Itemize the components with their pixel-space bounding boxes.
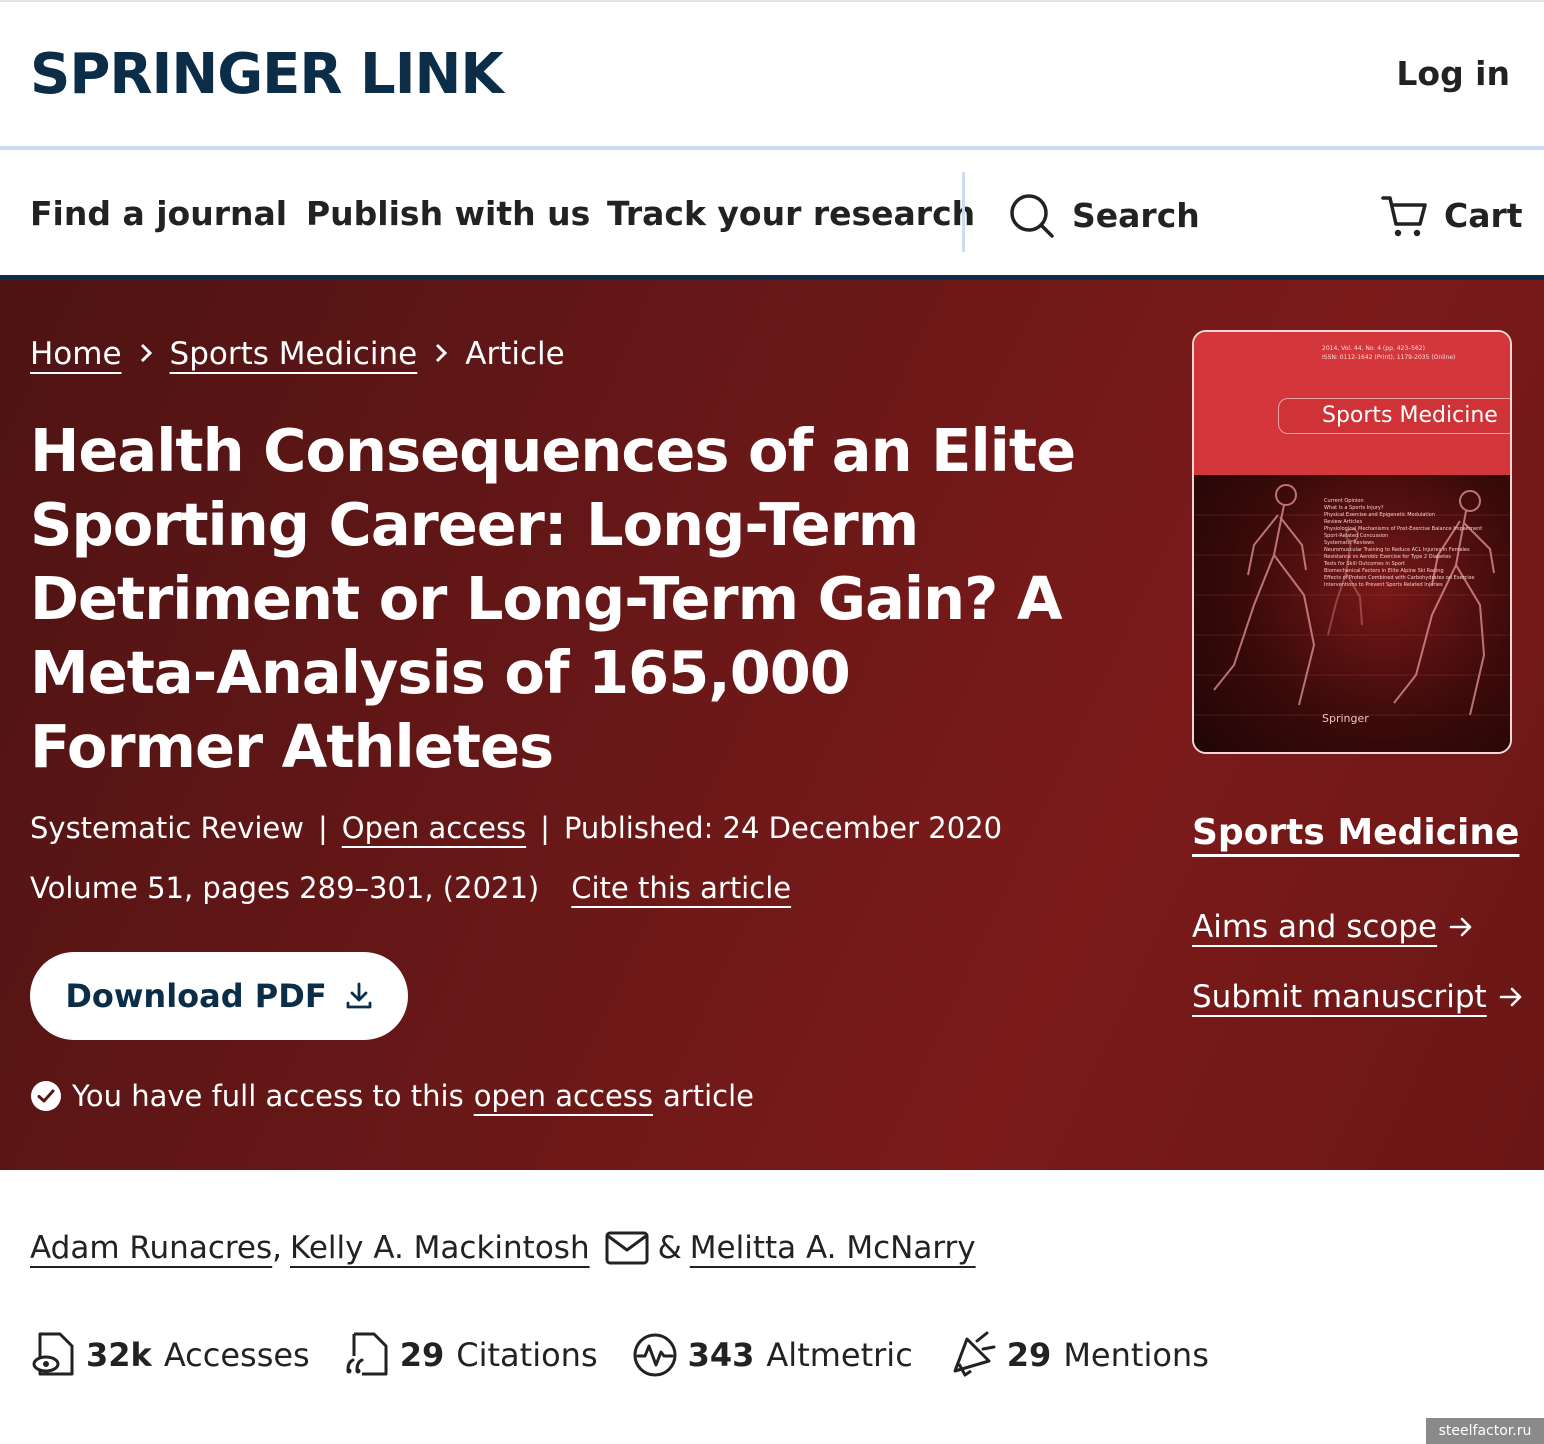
chevron-right-icon xyxy=(417,332,465,376)
nav-publish-with-us[interactable]: Publish with us xyxy=(306,192,590,236)
article-citation-info: Volume 51, pages 289–301, (2021) Cite th… xyxy=(30,868,791,908)
cover-publisher: Springer xyxy=(1322,712,1369,725)
cover-toc-line: Physiological Mechanisms of Post-Exercis… xyxy=(1324,526,1483,532)
quote-document-icon xyxy=(346,1332,388,1376)
cover-toc-line: Physical Exercise and Epigenetic Modulat… xyxy=(1324,512,1435,518)
separator: | xyxy=(540,811,550,845)
email-icon[interactable] xyxy=(604,1229,650,1267)
article-meta: Systematic Review | Open access | Publis… xyxy=(30,808,1002,848)
cover-journal-title: Sports Medicine xyxy=(1322,403,1498,428)
access-open-access-link[interactable]: open access xyxy=(474,1076,653,1116)
cover-issn-line: ISSN: 0112-1642 (Print), 1179-2035 (Onli… xyxy=(1322,354,1456,361)
top-bar: SPRINGER LINK Log in xyxy=(0,0,1544,146)
journal-cover-image[interactable]: 2014, Vol. 44, No. 4 (pp. 423–562) ISSN:… xyxy=(1192,330,1512,754)
submit-manuscript-link[interactable]: Submit manuscript xyxy=(1192,976,1525,1018)
nav-find-journal[interactable]: Find a journal xyxy=(30,192,287,236)
cover-toc-line: What Is a Sports Injury? xyxy=(1324,505,1384,511)
download-pdf-button[interactable]: Download PDF xyxy=(30,952,408,1040)
volume-pages: Volume 51, pages 289–301, (2021) xyxy=(30,871,540,905)
springer-link-logo[interactable]: SPRINGER LINK xyxy=(30,42,504,108)
metric-value: 343 xyxy=(687,1336,755,1374)
cover-toc-line: Review Articles xyxy=(1324,519,1363,525)
cart-label: Cart xyxy=(1444,196,1523,235)
cover-issue-info: 2014, Vol. 44, No. 4 (pp. 423–562) ISSN:… xyxy=(1322,344,1455,362)
metric-label: Mentions xyxy=(1063,1336,1209,1374)
article-type: Systematic Review xyxy=(30,811,304,845)
access-text-suffix: article xyxy=(663,1079,754,1113)
article-title: Health Consequences of an Elite Sporting… xyxy=(30,416,1076,781)
cover-toc-line: Tests for Skill Outcomes in Sport xyxy=(1324,561,1405,567)
open-access-link[interactable]: Open access xyxy=(342,808,526,848)
altmetric-icon xyxy=(633,1333,677,1377)
metric-mentions[interactable]: 29 Mentions xyxy=(947,1331,1209,1379)
metric-value: 29 xyxy=(1006,1336,1052,1374)
aims-scope-link[interactable]: Aims and scope xyxy=(1192,906,1475,948)
cover-toc-line: Resistance vs Aerobic Exercise for Type … xyxy=(1324,554,1451,560)
cite-article-link[interactable]: Cite this article xyxy=(571,868,791,908)
article-metrics: 32k Accesses 29 Citations 343 Altmetric … xyxy=(30,1330,1243,1380)
author-link[interactable]: Kelly A. Mackintosh xyxy=(290,1226,590,1270)
cover-toc-line: Interventions to Prevent Sports Related … xyxy=(1324,582,1443,588)
metric-altmetric[interactable]: 343 Altmetric xyxy=(632,1332,913,1378)
author-link[interactable]: Melitta A. McNarry xyxy=(690,1226,976,1270)
download-icon xyxy=(346,982,372,1009)
download-pdf-label: Download PDF xyxy=(65,977,327,1015)
metric-accesses[interactable]: 32k Accesses xyxy=(30,1330,310,1380)
metric-value: 32k xyxy=(86,1336,152,1374)
watermark: steelfactor.ru xyxy=(1426,1418,1544,1444)
search-label: Search xyxy=(1072,196,1200,235)
breadcrumb-journal[interactable]: Sports Medicine xyxy=(170,332,418,376)
cover-contents: Current Opinion What Is a Sports Injury?… xyxy=(1324,498,1482,589)
arrow-right-icon xyxy=(1499,987,1522,1007)
cart-icon xyxy=(1381,196,1427,237)
metric-citations[interactable]: 29 Citations xyxy=(344,1330,598,1380)
nav-track-research[interactable]: Track your research xyxy=(607,192,975,236)
check-circle-icon xyxy=(31,1081,61,1111)
main-navigation: Find a journal Publish with us Track you… xyxy=(0,146,1544,280)
cover-toc-line: Systematic Reviews xyxy=(1324,540,1374,546)
metric-label: Altmetric xyxy=(766,1336,913,1374)
author-ampersand: & xyxy=(657,1230,682,1266)
cart-button[interactable]: Cart xyxy=(1380,192,1523,240)
eye-document-icon xyxy=(32,1332,74,1376)
journal-title-link[interactable]: Sports Medicine xyxy=(1192,810,1519,856)
breadcrumb-home[interactable]: Home xyxy=(30,332,122,376)
nav-divider xyxy=(962,172,965,252)
cover-toc-line: Neuromuscular Training to Reduce ACL Inj… xyxy=(1324,547,1470,553)
megaphone-icon xyxy=(953,1331,996,1377)
search-icon xyxy=(1010,194,1054,238)
access-text-prefix: You have full access to this xyxy=(72,1079,464,1113)
chevron-right-icon xyxy=(122,332,170,376)
author-list: Adam Runacres , Kelly A. Mackintosh & Me… xyxy=(30,1226,976,1270)
submit-manuscript-label: Submit manuscript xyxy=(1192,979,1487,1015)
metric-label: Accesses xyxy=(163,1336,310,1374)
cover-toc-line: Sport-Related Concussion xyxy=(1324,533,1389,539)
author-separator: , xyxy=(272,1230,283,1266)
cover-toc-line: Current Opinion xyxy=(1324,498,1364,504)
breadcrumb: Home Sports Medicine Article xyxy=(30,332,565,376)
article-hero: Home Sports Medicine Article Health Cons… xyxy=(0,280,1544,1170)
metric-label: Citations xyxy=(456,1336,598,1374)
separator: | xyxy=(317,811,328,845)
published-date: Published: 24 December 2020 xyxy=(563,811,1003,845)
breadcrumb-current: Article xyxy=(465,336,565,372)
access-notice: You have full access to this open access… xyxy=(30,1076,754,1116)
arrow-right-icon xyxy=(1449,917,1472,937)
cover-issue-line: 2014, Vol. 44, No. 4 (pp. 423–562) xyxy=(1322,345,1425,352)
aims-scope-label: Aims and scope xyxy=(1192,909,1438,945)
metric-value: 29 xyxy=(399,1336,445,1374)
author-link[interactable]: Adam Runacres xyxy=(30,1226,272,1270)
cover-toc-line: Effects of Protein Combined with Carbohy… xyxy=(1324,575,1475,581)
cover-toc-line: Biomechanical Factors in Elite Alpine Sk… xyxy=(1324,568,1444,574)
login-link[interactable]: Log in xyxy=(1396,52,1510,96)
search-button[interactable]: Search xyxy=(1008,192,1200,240)
